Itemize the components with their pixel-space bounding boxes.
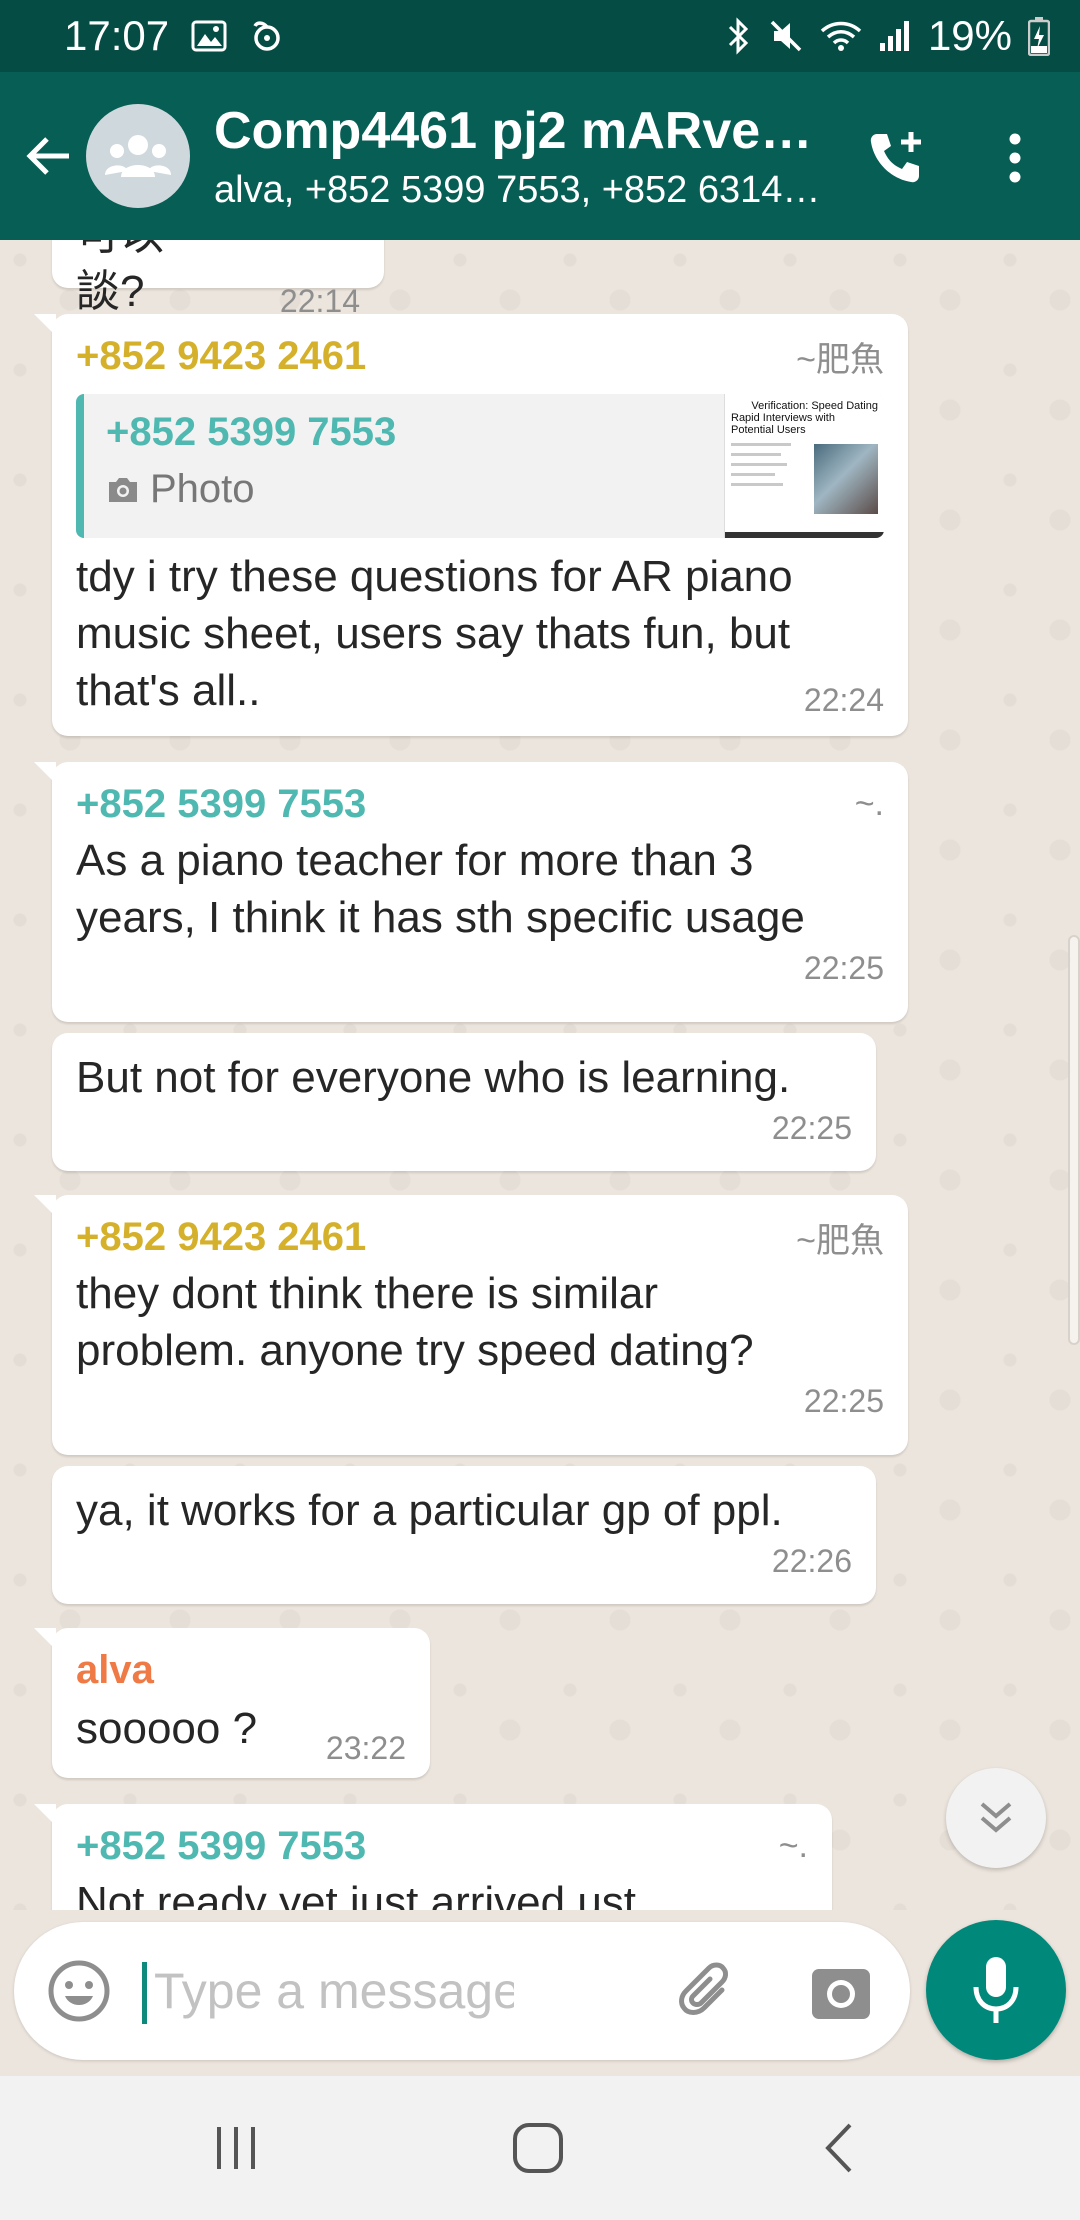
message-text: But not for everyone who is learning.: [76, 1053, 791, 1102]
status-time: 17:07: [64, 12, 170, 59]
message-time: 23:22: [325, 1730, 406, 1766]
emoji-icon: [48, 1960, 110, 2022]
message-sender-nickname: ~.: [778, 1826, 808, 1865]
message-sender: +852 5399 7553: [76, 781, 367, 826]
message-input[interactable]: [154, 1956, 514, 2026]
scroll-to-bottom-button[interactable]: [946, 1768, 1046, 1868]
thumbnail-line: [731, 453, 781, 456]
message-time: 22:24: [803, 682, 884, 718]
chat-title: Comp4461 pj2 mARvel…: [214, 101, 824, 160]
message-sender: +852 5399 7553: [76, 1823, 367, 1868]
message-text: Not ready yet just arrived ust: [76, 1878, 637, 1910]
bluetooth-icon: [726, 17, 752, 55]
home-icon: [513, 2123, 563, 2173]
wifi-icon: [820, 19, 862, 53]
back-button[interactable]: [0, 72, 86, 240]
message-sender: +852 9423 2461: [76, 333, 367, 378]
chat-title-block[interactable]: Comp4461 pj2 mARvel… alva, +852 5399 755…: [214, 101, 824, 212]
chat-header: Comp4461 pj2 mARvel… alva, +852 5399 755…: [0, 72, 1080, 240]
attach-button[interactable]: [674, 1958, 744, 2028]
thumbnail-line: [731, 483, 783, 486]
camera-icon: [109, 477, 137, 502]
voice-message-button[interactable]: [926, 1920, 1066, 2060]
more-options-button[interactable]: [985, 118, 1045, 198]
group-avatar-icon: [105, 135, 171, 177]
camera-button[interactable]: [806, 1958, 876, 2028]
camera-icon: [812, 1969, 870, 2019]
thumbnail-line: [731, 463, 787, 466]
message-text: sooooo ?: [76, 1704, 258, 1753]
status-bar: 17:07 19%: [0, 0, 1080, 72]
message-time: 22:26: [771, 1543, 852, 1579]
chat-participants: alva, +852 5399 7553, +852 6314…: [214, 168, 821, 211]
add-call-icon: [870, 132, 921, 183]
scrollbar[interactable]: [1068, 935, 1080, 1345]
message-sender-nickname: ~肥魚: [796, 340, 884, 379]
emoji-button[interactable]: [44, 1956, 114, 2026]
thumbnail-title: Verification: Speed Dating: [751, 400, 878, 412]
message-bubble[interactable]: +852 9423 2461 ~肥魚 +852 5399 7553 Photo …: [34, 314, 908, 736]
message-time: 22:25: [803, 1383, 884, 1419]
attach-icon: [679, 1962, 728, 2015]
message-composer: [14, 1922, 910, 2060]
message-bubble[interactable]: ya, it works for a particular gp of ppl.…: [52, 1466, 876, 1604]
mic-icon: [973, 1957, 1019, 2023]
double-chevron-down-icon: [980, 1802, 1012, 1833]
message-text: As a piano teacher for more than 3 years…: [76, 836, 805, 942]
thumbnail-subtitle: Rapid Interviews with Potential Users: [731, 412, 835, 436]
message-text: ya, it works for a particular gp of ppl.: [76, 1486, 783, 1535]
recent-apps-icon: [217, 2127, 255, 2169]
message-bubble[interactable]: alva sooooo ? 23:22: [34, 1628, 430, 1778]
group-avatar[interactable]: [86, 104, 190, 208]
more-vert-icon: [1009, 133, 1021, 183]
quoted-sender: +852 5399 7553: [106, 410, 397, 454]
message-bubble[interactable]: 可以談? 22:14: [52, 240, 384, 319]
message-bubble[interactable]: +852 5399 7553 ~. Not ready yet just arr…: [34, 1804, 832, 1910]
message-text: tdy i try these questions for AR piano m…: [76, 548, 884, 719]
thumbnail-line: [731, 443, 791, 446]
thumbnail-line: [731, 473, 775, 476]
battery-percent: 19%: [927, 12, 1012, 59]
quote-accent-bar: [76, 394, 84, 538]
quoted-text: Photo: [150, 467, 255, 511]
system-nav-bar: [0, 2076, 1080, 2220]
message-bubble[interactable]: But not for everyone who is learning. 22…: [52, 1033, 876, 1171]
quoted-photo-thumbnail[interactable]: Verification: Speed Dating Rapid Intervi…: [724, 394, 884, 538]
message-bubble[interactable]: +852 5399 7553 ~. As a piano teacher for…: [34, 762, 908, 1022]
add-call-button[interactable]: [855, 118, 935, 198]
back-icon: [825, 2123, 852, 2173]
thumbnail-footer: [725, 532, 884, 538]
message-sender-nickname: ~肥魚: [796, 1221, 884, 1260]
message-bubble[interactable]: +852 9423 2461 ~肥魚 they dont think there…: [34, 1195, 908, 1455]
sync-icon: [249, 18, 285, 54]
message-sender: alva: [76, 1647, 154, 1692]
message-text: 可以談?: [76, 240, 164, 316]
quoted-message[interactable]: +852 5399 7553 Photo Verification: Speed…: [76, 394, 884, 538]
gallery-icon: [191, 20, 227, 52]
back-arrow-icon: [26, 137, 69, 175]
home-button[interactable]: [488, 2098, 588, 2198]
message-time: 22:25: [771, 1110, 852, 1146]
message-text: they dont think there is similar problem…: [76, 1269, 754, 1375]
battery-charging-icon: [1028, 16, 1050, 56]
message-time: 22:25: [803, 950, 884, 986]
signal-icon: [878, 19, 912, 53]
message-sender-nickname: ~.: [854, 784, 884, 823]
message-list[interactable]: 可以談? 22:14 +852 9423 2461 ~肥魚 +852 5399 …: [0, 240, 1080, 1910]
message-sender: +852 9423 2461: [76, 1214, 367, 1259]
thumbnail-photo: [814, 444, 878, 514]
back-nav-button[interactable]: [790, 2098, 890, 2198]
mute-icon: [768, 18, 804, 54]
recent-apps-button[interactable]: [186, 2098, 286, 2198]
text-cursor: [142, 1962, 147, 2024]
